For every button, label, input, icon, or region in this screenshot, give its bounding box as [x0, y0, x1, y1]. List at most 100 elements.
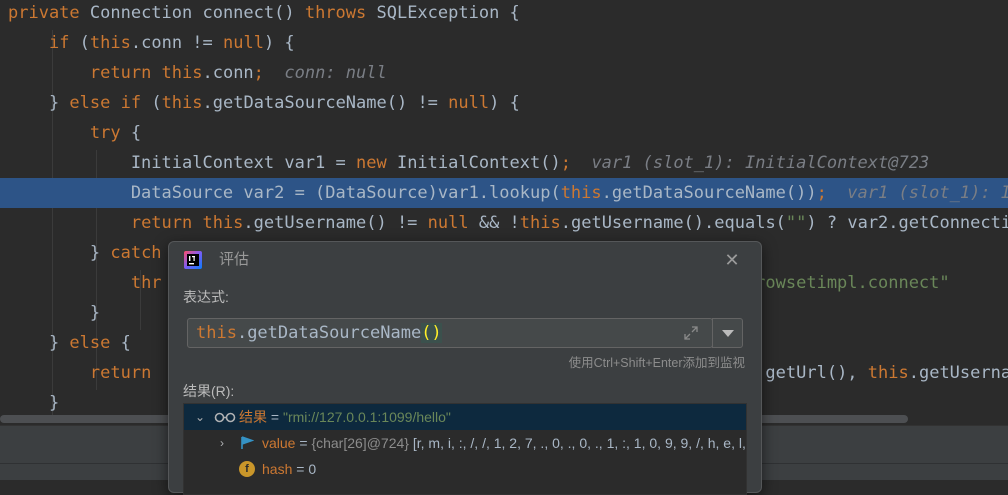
code-token: null — [448, 93, 490, 113]
result-value: "rmi://127.0.0.1:1099/hello" — [282, 409, 451, 425]
hash-value: 0 — [308, 461, 317, 477]
code-line-current[interactable]: DataSource var2 = (DataSource)var1.looku… — [0, 178, 1008, 208]
dropdown-icon — [722, 330, 734, 337]
code-token: this — [519, 213, 561, 233]
code-token: } — [8, 393, 60, 413]
code-token: else — [69, 333, 121, 353]
code-token: SQLException { — [376, 3, 520, 23]
code-token: new — [356, 153, 397, 173]
inline-debug-hint: conn: null — [263, 63, 387, 83]
code-token: .getUsername().equals( — [560, 213, 786, 233]
result-name: 结果 — [239, 409, 267, 425]
value-name: value — [262, 435, 296, 451]
code-token: InitialContext() — [396, 153, 561, 173]
value-type: {char[26]@724} — [311, 435, 409, 451]
code-token: this — [867, 363, 909, 383]
value-equals: = — [295, 435, 312, 451]
flag-icon — [241, 436, 254, 449]
code-token: this — [560, 183, 602, 203]
code-token: try — [89, 123, 131, 143]
code-token: ; — [560, 153, 571, 173]
code-token: return this — [89, 63, 203, 83]
code-token: ) { — [263, 33, 295, 53]
code-line[interactable]: try { — [0, 118, 1008, 148]
code-token: .conn != — [130, 33, 223, 53]
code-token: throws — [304, 3, 377, 23]
code-token: } — [8, 93, 70, 113]
code-token: { — [120, 333, 131, 353]
hash-equals: = — [292, 461, 309, 477]
evaluate-dialog: 评估 ✕ 表达式: this.getDataSourceName() 使用Ctr… — [168, 241, 762, 495]
code-token: ) ? var2.getConnection( — [806, 213, 1008, 233]
code-token: .getUsername() — [908, 363, 1008, 383]
tree-row-result[interactable]: ⌄ 结果 = "rmi://127.0.0.1:1099/hello" — [184, 404, 746, 430]
code-line[interactable]: return this.conn; conn: null — [0, 58, 1008, 88]
code-token: ( — [151, 93, 162, 113]
expression-text[interactable]: this.getDataSourceName() — [196, 319, 442, 347]
field-icon: f — [239, 461, 255, 477]
code-token: else if — [69, 93, 152, 113]
expression-parens: () — [421, 323, 442, 343]
code-token: ; — [253, 63, 264, 83]
value-contents: [r, m, i, :, /, /, 1, 2, 7, ., 0, ., 0, … — [408, 435, 746, 451]
expression-input[interactable]: this.getDataSourceName() — [187, 318, 713, 348]
shortcut-hint: 使用Ctrl+Shift+Enter添加到监视 — [568, 356, 745, 370]
code-token: return this — [130, 213, 244, 233]
code-token: { — [130, 123, 142, 143]
code-token: .getDataSourceName() != — [202, 93, 449, 113]
result-label: 结果(R): — [183, 383, 235, 399]
expression-label: 表达式: — [183, 289, 229, 305]
chevron-down-icon[interactable]: ⌄ — [194, 411, 206, 423]
code-token: .getUsername() != — [243, 213, 428, 233]
code-token: null — [223, 33, 264, 53]
expression-this: this — [196, 323, 237, 343]
expression-history-dropdown[interactable] — [712, 318, 743, 348]
code-line[interactable]: private Connection connect() throws SQLE… — [0, 0, 1008, 28]
code-token: } — [8, 243, 111, 263]
watch-glasses-icon — [214, 412, 236, 423]
result-equals: = — [267, 409, 283, 425]
code-token: .getDataSourceName()) — [601, 183, 817, 203]
code-token: .getUrl(), — [755, 363, 868, 383]
code-line[interactable]: } else if (this.getDataSourceName() != n… — [0, 88, 1008, 118]
code-token: thr — [130, 273, 162, 293]
inline-debug-hint: var1 (slot_1): InitialContext@723 — [570, 153, 930, 173]
expression-method: .getDataSourceName — [236, 323, 422, 343]
code-token: this — [161, 93, 203, 113]
code-token: catch — [110, 243, 162, 263]
expand-icon[interactable] — [682, 324, 700, 342]
tree-row-value[interactable]: › value = {char[26]@724} [r, m, i, :, /,… — [184, 430, 746, 456]
code-token: .conn — [202, 63, 254, 83]
code-token: ) { — [489, 93, 520, 113]
dialog-title: 评估 — [219, 251, 250, 268]
hash-name: hash — [262, 461, 293, 477]
code-token: Connection connect() — [89, 3, 305, 23]
code-line[interactable]: if (this.conn != null) { — [0, 28, 1008, 58]
tree-row-hash[interactable]: f hash = 0 — [184, 456, 746, 482]
code-token: null — [427, 213, 479, 233]
code-token: ( — [79, 33, 90, 53]
code-token: this — [89, 33, 131, 53]
code-token: private — [8, 3, 90, 23]
close-icon[interactable]: ✕ — [721, 249, 743, 271]
result-tree[interactable]: ⌄ 结果 = "rmi://127.0.0.1:1099/hello" › va… — [183, 403, 747, 495]
code-token: DataSource var2 = (DataSource)var1.looku… — [8, 183, 561, 203]
chevron-right-icon[interactable]: › — [216, 437, 228, 449]
code-token: if — [48, 33, 80, 53]
code-line[interactable]: InitialContext var1 = new InitialContext… — [0, 148, 1008, 178]
code-token: } — [8, 303, 101, 323]
code-token: } — [8, 333, 70, 353]
code-token: "" — [785, 213, 807, 233]
code-token: && ! — [478, 213, 520, 233]
intellij-icon — [184, 251, 202, 269]
code-token: ; — [816, 183, 827, 203]
inline-debug-hint: var1 (slot_1): InitialContext@723 — [847, 183, 1008, 203]
code-line[interactable]: return this.getUsername() != null && !th… — [0, 208, 1008, 238]
code-token: return — [89, 363, 152, 383]
